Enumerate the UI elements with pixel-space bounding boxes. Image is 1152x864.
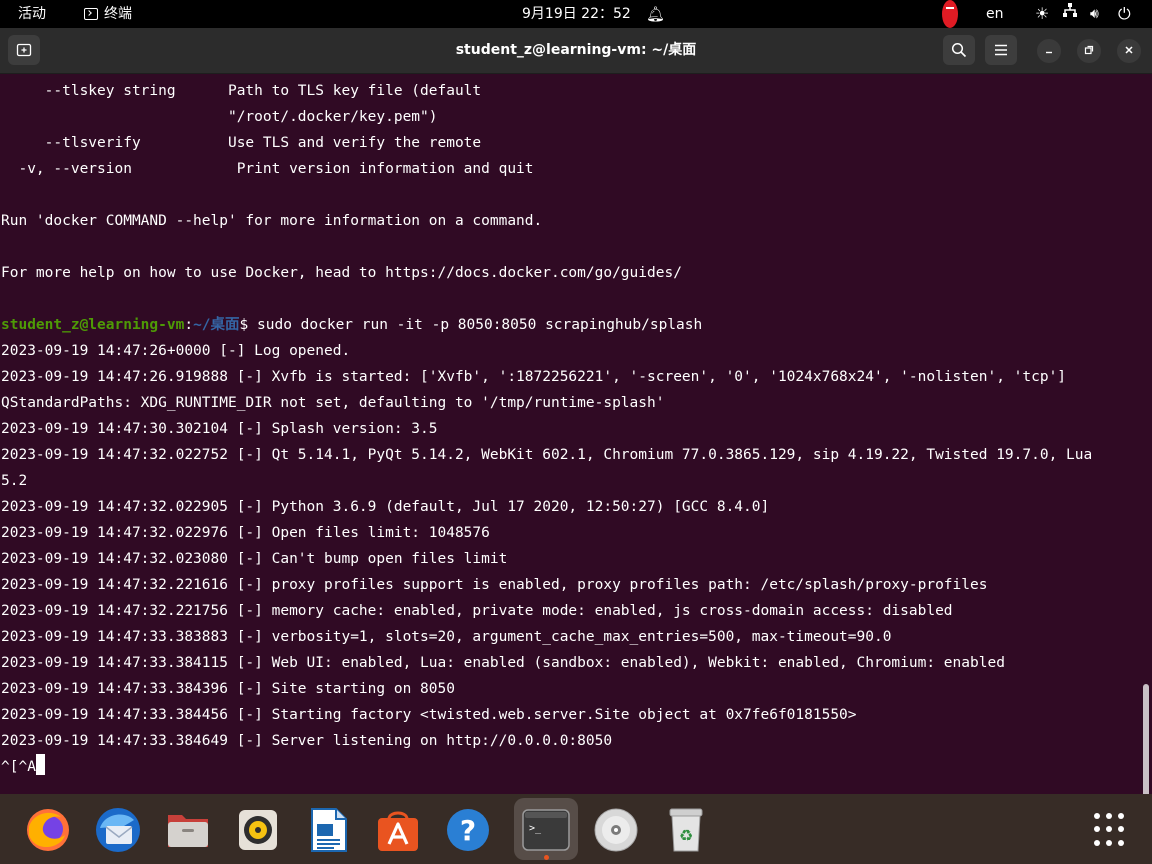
notification-bell-icon[interactable]: 🔔︎ xyxy=(646,0,665,28)
output-line: --tlskey string Path to TLS key file (de… xyxy=(1,83,482,99)
running-indicator xyxy=(544,855,549,860)
log-line: 5.2 xyxy=(1,473,28,489)
text-cursor xyxy=(35,754,45,775)
libreoffice-writer-icon[interactable] xyxy=(304,806,352,854)
prompt-separator: : xyxy=(184,317,194,333)
terminal-output[interactable]: --tlskey string Path to TLS key file (de… xyxy=(0,74,1149,794)
log-line: 2023-09-19 14:47:33.384649 [-] Server li… xyxy=(1,733,613,749)
input-line: ^[^A xyxy=(1,754,45,780)
close-icon xyxy=(1125,46,1133,54)
svg-text:>_: >_ xyxy=(529,823,542,834)
log-line: 2023-09-19 14:47:32.022752 [-] Qt 5.14.1… xyxy=(1,447,1093,463)
output-line: "/root/.docker/key.pem") xyxy=(1,109,438,125)
network-icon[interactable] xyxy=(1062,0,1078,28)
do-not-disturb-icon[interactable] xyxy=(942,0,958,28)
log-line: 2023-09-19 14:47:33.384396 [-] Site star… xyxy=(1,681,455,697)
prompt-user-host: student_z@learning-vm xyxy=(1,317,185,333)
clock[interactable]: 9月19日 22：52 xyxy=(522,0,631,28)
output-line: Run 'docker COMMAND --help' for more inf… xyxy=(1,213,543,229)
show-apps-icon[interactable] xyxy=(1094,813,1128,847)
power-icon[interactable]: ⏻ xyxy=(1118,0,1131,28)
thunderbird-icon[interactable] xyxy=(94,806,142,854)
top-bar: 活动 终端 9月19日 22：52 🔔︎ en ☀ 🔊︎ ⏻ xyxy=(0,0,1152,28)
minimize-button[interactable] xyxy=(1037,39,1061,63)
log-line: 2023-09-19 14:47:33.384456 [-] Starting … xyxy=(1,707,857,723)
files-icon[interactable] xyxy=(164,806,212,854)
volume-icon[interactable]: 🔊︎ xyxy=(1090,0,1099,28)
maximize-button[interactable] xyxy=(1077,39,1101,63)
search-icon xyxy=(951,42,967,58)
rhythmbox-icon[interactable] xyxy=(234,806,282,854)
input-language-indicator[interactable]: en xyxy=(986,0,1004,28)
trash-icon[interactable]: ♻ xyxy=(662,806,710,854)
app-center-icon[interactable] xyxy=(374,806,422,854)
restore-icon xyxy=(1084,45,1094,55)
prompt-dollar: $ xyxy=(239,317,257,333)
close-button[interactable] xyxy=(1117,39,1141,63)
log-line: 2023-09-19 14:47:33.383883 [-] verbosity… xyxy=(1,629,892,645)
svg-text:?: ? xyxy=(460,814,476,847)
log-line: 2023-09-19 14:47:26.919888 [-] Xvfb is s… xyxy=(1,369,1067,385)
terminal-window: student_z@learning-vm: ~/桌面 --tlskey str… xyxy=(0,28,1152,794)
log-line: 2023-09-19 14:47:26+0000 [-] Log opened. xyxy=(1,343,351,359)
brightness-icon[interactable]: ☀ xyxy=(1035,0,1049,28)
log-line: 2023-09-19 14:47:32.022976 [-] Open file… xyxy=(1,525,490,541)
window-title: student_z@learning-vm: ~/桌面 xyxy=(455,42,697,58)
menu-button[interactable] xyxy=(985,35,1017,65)
prompt-line: student_z@learning-vm:~/桌面$ sudo docker … xyxy=(1,312,702,338)
log-line: 2023-09-19 14:47:32.221756 [-] memory ca… xyxy=(1,603,953,619)
disc-icon[interactable] xyxy=(592,806,640,854)
output-line: For more help on how to use Docker, head… xyxy=(1,265,682,281)
log-line: QStandardPaths: XDG_RUNTIME_DIR not set,… xyxy=(1,395,665,411)
activities-button[interactable]: 活动 xyxy=(18,0,46,28)
log-line: 2023-09-19 14:47:33.384115 [-] Web UI: e… xyxy=(1,655,1005,671)
app-menu[interactable]: 终端 xyxy=(84,0,132,28)
app-name: 终端 xyxy=(104,6,132,22)
command-text: sudo docker run -it -p 8050:8050 scrapin… xyxy=(257,317,703,333)
terminal-app-icon xyxy=(84,8,98,20)
scrollbar-thumb[interactable] xyxy=(1143,684,1149,794)
typed-input: ^[^A xyxy=(1,759,36,775)
header-bar: student_z@learning-vm: ~/桌面 xyxy=(0,28,1152,74)
minimize-icon xyxy=(1046,51,1052,54)
terminal-icon[interactable]: >_ xyxy=(522,806,570,854)
prompt-path: ~/桌面 xyxy=(193,317,240,333)
log-line: 2023-09-19 14:47:32.221616 [-] proxy pro… xyxy=(1,577,988,593)
dock: ? >_ ♻ xyxy=(0,794,1152,864)
help-icon[interactable]: ? xyxy=(444,806,492,854)
log-line: 2023-09-19 14:47:32.022905 [-] Python 3.… xyxy=(1,499,770,515)
search-button[interactable] xyxy=(943,35,975,65)
output-line: --tlsverify Use TLS and verify the remot… xyxy=(1,135,482,151)
firefox-icon[interactable] xyxy=(24,806,72,854)
output-line: -v, --version Print version information … xyxy=(1,161,534,177)
log-line: 2023-09-19 14:47:30.302104 [-] Splash ve… xyxy=(1,421,438,437)
hamburger-icon xyxy=(995,44,1007,56)
log-line: 2023-09-19 14:47:32.023080 [-] Can't bum… xyxy=(1,551,508,567)
svg-text:♻: ♻ xyxy=(679,826,693,845)
